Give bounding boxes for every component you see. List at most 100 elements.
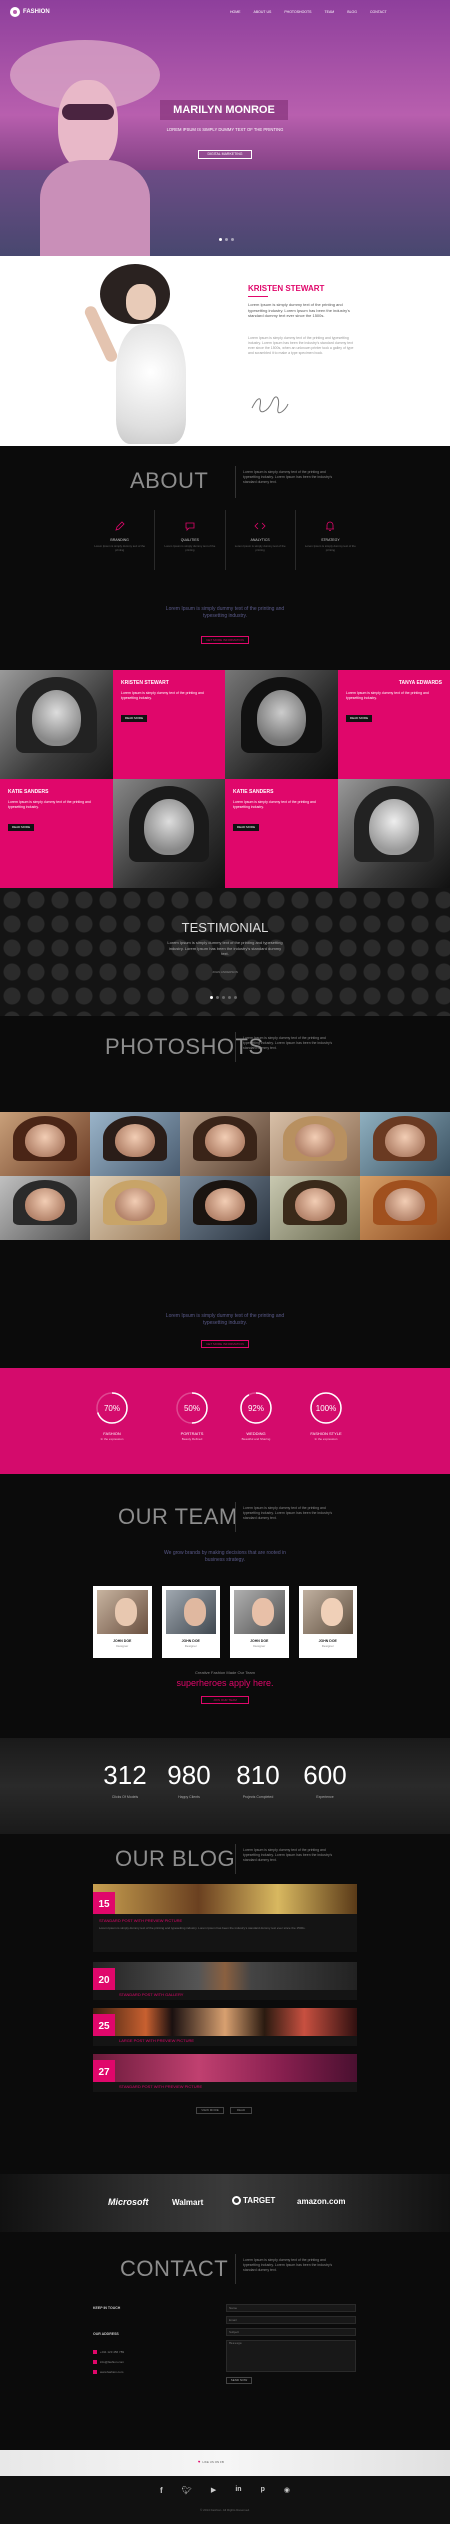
slider-dot[interactable] bbox=[225, 238, 228, 241]
post-image bbox=[93, 1962, 357, 1990]
linkedin-icon[interactable]: in bbox=[235, 2486, 241, 2495]
nav-item-about[interactable]: ABOUT US bbox=[254, 10, 272, 14]
model-card[interactable]: KATIE SANDERS Lorem Ipsum is simply dumm… bbox=[225, 779, 338, 888]
hero-button[interactable]: DIGITAL MARKETING bbox=[198, 150, 252, 159]
about-button[interactable]: GET MORE INFORMATION bbox=[201, 636, 249, 644]
client-name: TARGET bbox=[243, 2196, 276, 2205]
slider-dot[interactable] bbox=[228, 996, 231, 999]
youtube-icon[interactable]: ▶ bbox=[211, 2486, 216, 2495]
globe-icon bbox=[93, 2370, 97, 2374]
photoshots-button[interactable]: GET MORE INFORMATION bbox=[201, 1340, 249, 1348]
gallery-photo[interactable] bbox=[90, 1176, 180, 1240]
team-card[interactable]: JOHN DOE Designer bbox=[161, 1586, 220, 1658]
read-more-button[interactable]: READ MORE bbox=[121, 715, 147, 722]
gallery-photo[interactable] bbox=[180, 1176, 270, 1240]
gallery-photo[interactable] bbox=[270, 1176, 360, 1240]
contact-email[interactable]: info@fashion.com bbox=[100, 2360, 124, 2364]
model-photo bbox=[0, 670, 113, 779]
social-icons: f 🐦︎ ▶ in p ◉ bbox=[160, 2486, 290, 2495]
member-photo bbox=[234, 1590, 285, 1634]
model-face bbox=[126, 284, 156, 320]
models-section: KRISTEN STEWART Lorem Ipsum is simply du… bbox=[0, 670, 450, 888]
nav-item-blog[interactable]: BLOG bbox=[347, 10, 357, 14]
team-button[interactable]: JOIN OUR TEAM bbox=[201, 1696, 249, 1704]
gallery-photo[interactable] bbox=[0, 1176, 90, 1240]
slider-dot[interactable] bbox=[210, 996, 213, 999]
client-logo-target[interactable]: TARGET bbox=[232, 2196, 275, 2205]
slider-dot[interactable] bbox=[216, 996, 219, 999]
logo[interactable]: FASHION bbox=[10, 7, 50, 17]
message-field[interactable] bbox=[226, 2340, 356, 2372]
slider-dot[interactable] bbox=[222, 996, 225, 999]
client-logo-amazon[interactable]: amazon.com bbox=[297, 2197, 345, 2206]
subject-field[interactable] bbox=[226, 2328, 356, 2336]
blog-post[interactable]: 20 STANDARD POST WITH GALLERY bbox=[93, 1962, 357, 2000]
read-more-button[interactable]: READ MORE bbox=[233, 824, 259, 831]
contact-site[interactable]: www.fashion.com bbox=[100, 2370, 123, 2374]
team-card[interactable]: JOHN DOE Designer bbox=[298, 1586, 357, 1658]
about-item-branding[interactable]: BRANDING Lorem Ipsum is simply dummy tex… bbox=[85, 510, 156, 570]
testimonial-section: TESTIMONIAL Lorem Ipsum is simply dummy … bbox=[0, 888, 450, 1016]
blog-post[interactable]: 15 STANDARD POST WITH PREVIEW PICTURE Lo… bbox=[93, 1884, 357, 1952]
stat-value: 92% bbox=[248, 1404, 264, 1413]
name-field[interactable] bbox=[226, 2304, 356, 2312]
email-field[interactable] bbox=[226, 2316, 356, 2324]
post-title[interactable]: LARGE POST WITH PREVIEW PICTURE bbox=[119, 2038, 194, 2043]
gallery-photo[interactable] bbox=[180, 1112, 270, 1176]
about-item-text: Lorem Ipsum is simply dummy text of the … bbox=[304, 544, 356, 552]
send-button[interactable]: SEND NOW bbox=[226, 2377, 252, 2384]
nav-item-team[interactable]: TEAM bbox=[325, 10, 335, 14]
nav-item-home[interactable]: HOME bbox=[230, 10, 241, 14]
gallery-photo[interactable] bbox=[270, 1112, 360, 1176]
rss-icon[interactable]: ◉ bbox=[284, 2486, 290, 2495]
nav-item-contact[interactable]: CONTACT bbox=[370, 10, 387, 14]
contact-phone: +011 123 456 789 bbox=[100, 2350, 125, 2354]
client-logo-microsoft[interactable]: Microsoft bbox=[108, 2197, 149, 2207]
post-title[interactable]: STANDARD POST WITH PREVIEW PICTURE bbox=[119, 2084, 202, 2089]
client-logo-walmart[interactable]: Walmart bbox=[172, 2198, 203, 2207]
pinterest-icon[interactable]: p bbox=[261, 2486, 265, 2495]
slider-dot[interactable] bbox=[231, 238, 234, 241]
hero-model-sunglasses bbox=[62, 104, 114, 120]
gallery-photo[interactable] bbox=[360, 1112, 450, 1176]
logo-icon bbox=[10, 7, 20, 17]
model-photo bbox=[338, 779, 450, 888]
blog-post[interactable]: 27 STANDARD POST WITH PREVIEW PICTURE bbox=[93, 2054, 357, 2092]
post-title[interactable]: STANDARD POST WITH PREVIEW PICTURE bbox=[99, 1918, 182, 1923]
photoshots-title: PHOTOSHOTS bbox=[105, 1034, 264, 1059]
blog-view-more-button[interactable]: VIEW MORE bbox=[196, 2107, 224, 2114]
team-title-divider bbox=[235, 1502, 236, 1532]
about-item-analytics[interactable]: ANALYTICS Lorem Ipsum is simply dummy te… bbox=[226, 510, 296, 570]
about-title: ABOUT bbox=[130, 468, 209, 493]
twitter-icon[interactable]: 🐦︎ bbox=[182, 2486, 192, 2495]
stat-item: 100% FASHION STYLE In the expression bbox=[296, 1390, 356, 1441]
post-title[interactable]: STANDARD POST WITH GALLERY bbox=[119, 1992, 183, 1997]
slider-dot[interactable] bbox=[234, 996, 237, 999]
slider-dot[interactable] bbox=[219, 238, 222, 241]
facebook-icon[interactable]: f bbox=[160, 2486, 163, 2495]
about-item-label: BRANDING bbox=[110, 538, 129, 542]
about-item-qualities[interactable]: QUALITIES Lorem Ipsum is simply dummy te… bbox=[155, 510, 226, 570]
team-card[interactable]: JOHN DOE Designer bbox=[230, 1586, 289, 1658]
model-card[interactable]: KATIE SANDERS Lorem Ipsum is simply dumm… bbox=[0, 779, 113, 888]
model-name: KATIE SANDERS bbox=[8, 789, 49, 795]
stat-label: PORTRAITS bbox=[180, 1431, 204, 1436]
hero-subtitle: LOREM IPSUM IS SIMPLY DUMMY TEXT OF THE … bbox=[166, 127, 284, 132]
blog-read-button[interactable]: READ bbox=[230, 2107, 252, 2114]
gallery-photo[interactable] bbox=[0, 1112, 90, 1176]
member-photo bbox=[302, 1590, 353, 1634]
blog-post[interactable]: 25 LARGE POST WITH PREVIEW PICTURE bbox=[93, 2008, 357, 2046]
nav-item-photoshoots[interactable]: PHOTOSHOOTS bbox=[284, 10, 311, 14]
gallery-photo[interactable] bbox=[360, 1176, 450, 1240]
read-more-button[interactable]: READ MORE bbox=[8, 824, 34, 831]
post-day: 27 bbox=[98, 2067, 110, 2078]
model-card[interactable]: KRISTEN STEWART Lorem Ipsum is simply du… bbox=[113, 670, 225, 779]
read-more-button[interactable]: READ MORE bbox=[346, 715, 372, 722]
model-card[interactable]: TANYA EDWARDS Lorem Ipsum is simply dumm… bbox=[338, 670, 450, 779]
member-role: Designer bbox=[321, 1644, 334, 1648]
gallery-photo[interactable] bbox=[90, 1112, 180, 1176]
footer-fb-button[interactable]: ♥ LIKE US ON FB bbox=[198, 2459, 224, 2464]
team-card[interactable]: JOHN DOE Designer bbox=[93, 1586, 152, 1658]
about-item-strategy[interactable]: STRATEGY Lorem Ipsum is simply dummy tex… bbox=[296, 510, 365, 570]
stat-label: FASHION STYLE bbox=[310, 1431, 342, 1436]
